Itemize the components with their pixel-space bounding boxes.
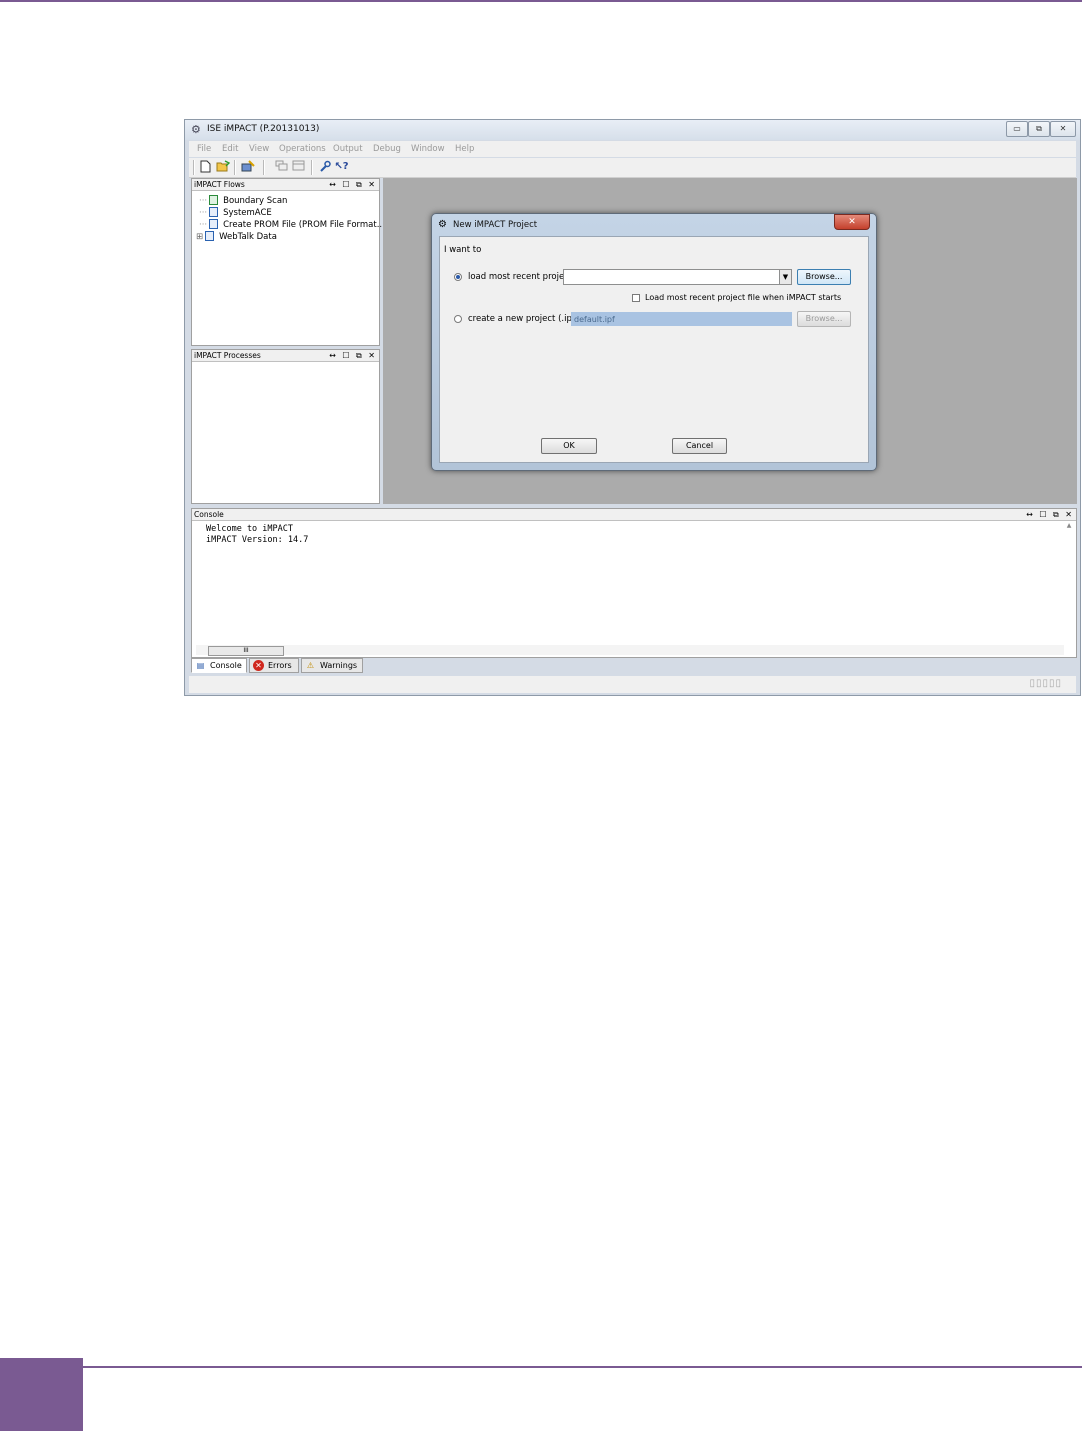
console-title: Console [194, 510, 224, 519]
new-project-filename[interactable]: default.ipf [571, 312, 792, 326]
toolbar: ↖? [189, 158, 1076, 178]
title-bar[interactable]: ⚙ ISE iMPACT (P.20131013) ▭ ⧉ ✕ [185, 120, 1080, 140]
new-project-dialog: ⚙ New iMPACT Project ✕ I want to load mo… [431, 213, 877, 471]
menu-window[interactable]: Window [411, 144, 445, 154]
document-icon [205, 231, 215, 241]
status-bar: ▯▯▯▯▯ [189, 676, 1076, 693]
window-title: ISE iMPACT (P.20131013) [207, 124, 320, 134]
cancel-button[interactable]: Cancel [672, 438, 727, 454]
app-icon: ⚙ [191, 123, 201, 136]
dialog-title: New iMPACT Project [453, 220, 538, 230]
flows-panel-title: iMPACT Flows [194, 180, 245, 189]
browse-button[interactable]: Browse... [797, 269, 851, 285]
console-icon: ▤ [196, 661, 205, 670]
flows-panel-controls[interactable]: ↔ ☐ ⧉ ✕ [329, 179, 377, 190]
save-icon[interactable] [240, 160, 255, 174]
toolbar-separator [234, 160, 236, 175]
toolbar-separator [263, 160, 265, 175]
toolbar-separator [193, 160, 195, 175]
dialog-close-button[interactable]: ✕ [834, 214, 870, 230]
tree-connector: ··· [199, 196, 208, 206]
menu-bar: File Edit View Operations Output Debug W… [189, 141, 1076, 157]
cascade-icon[interactable] [274, 160, 289, 174]
flows-panel: iMPACT Flows ↔ ☐ ⧉ ✕ ··· Boundary Scan ··… [191, 178, 385, 346]
tab-errors[interactable]: ✕ Errors [249, 658, 299, 673]
load-on-start-label[interactable]: Load most recent project file when iMPAC… [645, 293, 841, 302]
page-footer-rule [83, 1366, 1082, 1368]
create-project-label[interactable]: create a new project (.ipf) [468, 314, 578, 324]
tree-connector: ··· [199, 220, 208, 230]
tree-item-label: Create PROM File (PROM File Format... [223, 220, 385, 230]
menu-view[interactable]: View [249, 144, 269, 154]
load-project-label[interactable]: load most recent project [468, 272, 572, 282]
tree-item-label: WebTalk Data [219, 232, 277, 242]
status-indicators: ▯▯▯▯▯ [1029, 678, 1062, 689]
console-output: Welcome to iMPACT iMPACT Version: 14.7 [206, 524, 309, 545]
tree-item-boundary-scan[interactable]: ··· Boundary Scan [199, 195, 287, 206]
tab-label: Errors [268, 661, 292, 670]
menu-debug[interactable]: Debug [373, 144, 401, 154]
tab-console[interactable]: ▤ Console [191, 658, 247, 673]
warning-icon: ⚠ [306, 661, 315, 670]
help-icon[interactable]: ↖? [334, 160, 349, 174]
tree-item-label: Boundary Scan [223, 196, 288, 206]
processes-panel: iMPACT Processes ↔ ☐ ⧉ ✕ [191, 349, 380, 504]
processes-panel-header: iMPACT Processes ↔ ☐ ⧉ ✕ [192, 350, 379, 362]
tab-label: Console [210, 661, 242, 670]
load-on-start-checkbox[interactable] [632, 294, 640, 302]
wrench-icon[interactable] [317, 160, 332, 174]
horizontal-scrollbar[interactable]: III [196, 645, 1064, 656]
menu-output[interactable]: Output [333, 144, 363, 154]
dialog-prompt: I want to [444, 245, 482, 255]
scroll-thumb[interactable]: III [208, 646, 284, 656]
console-panel: Console ↔ ☐ ⧉ ✕ Welcome to iMPACT iMPACT… [191, 508, 1077, 658]
page-top-rule [0, 0, 1082, 2]
minimize-button[interactable]: ▭ [1006, 121, 1028, 137]
create-project-radio[interactable] [454, 315, 462, 323]
menu-help[interactable]: Help [455, 144, 474, 154]
tree-connector: ··· [199, 208, 208, 218]
tree-item-create-prom[interactable]: ··· Create PROM File (PROM File Format... [199, 219, 385, 230]
load-project-radio[interactable] [454, 273, 462, 281]
toolbar-separator [311, 160, 313, 175]
ok-button[interactable]: OK [541, 438, 597, 454]
impact-window: ⚙ ISE iMPACT (P.20131013) ▭ ⧉ ✕ File Edi… [184, 119, 1081, 696]
chevron-down-icon[interactable]: ▼ [779, 270, 791, 284]
console-controls[interactable]: ↔ ☐ ⧉ ✕ [1026, 509, 1074, 520]
open-icon[interactable] [215, 160, 230, 174]
processes-panel-controls[interactable]: ↔ ☐ ⧉ ✕ [329, 350, 377, 361]
browse-disabled-button[interactable]: Browse... [797, 311, 851, 327]
restore-button[interactable]: ⧉ [1028, 121, 1050, 137]
menu-edit[interactable]: Edit [222, 144, 238, 154]
processes-panel-title: iMPACT Processes [194, 351, 261, 360]
menu-file[interactable]: File [197, 144, 211, 154]
document-icon [209, 207, 219, 217]
tree-item-label: SystemACE [223, 208, 272, 218]
flows-panel-header: iMPACT Flows ↔ ☐ ⧉ ✕ [192, 179, 379, 191]
tree-item-systemace[interactable]: ··· SystemACE [199, 207, 272, 218]
tab-label: Warnings [320, 661, 358, 670]
close-button[interactable]: ✕ [1050, 121, 1076, 137]
console-header: Console ↔ ☐ ⧉ ✕ [192, 509, 1076, 521]
vertical-scrollbar[interactable]: ▲ [1064, 522, 1074, 632]
dialog-app-icon: ⚙ [438, 219, 447, 230]
menu-operations[interactable]: Operations [279, 144, 326, 154]
dialog-body: I want to load most recent project ▼ Bro… [439, 236, 869, 463]
tab-warnings[interactable]: ⚠ Warnings [301, 658, 363, 673]
tree-item-webtalk[interactable]: ⊞ WebTalk Data [196, 231, 277, 242]
error-icon: ✕ [253, 660, 264, 671]
recent-project-combo[interactable]: ▼ [563, 269, 792, 285]
new-icon[interactable] [198, 160, 213, 174]
document-icon [209, 219, 219, 229]
expand-icon[interactable]: ⊞ [196, 232, 203, 242]
tile-icon[interactable] [291, 160, 306, 174]
page-footer-block [0, 1358, 83, 1431]
boundary-scan-icon [209, 195, 219, 205]
